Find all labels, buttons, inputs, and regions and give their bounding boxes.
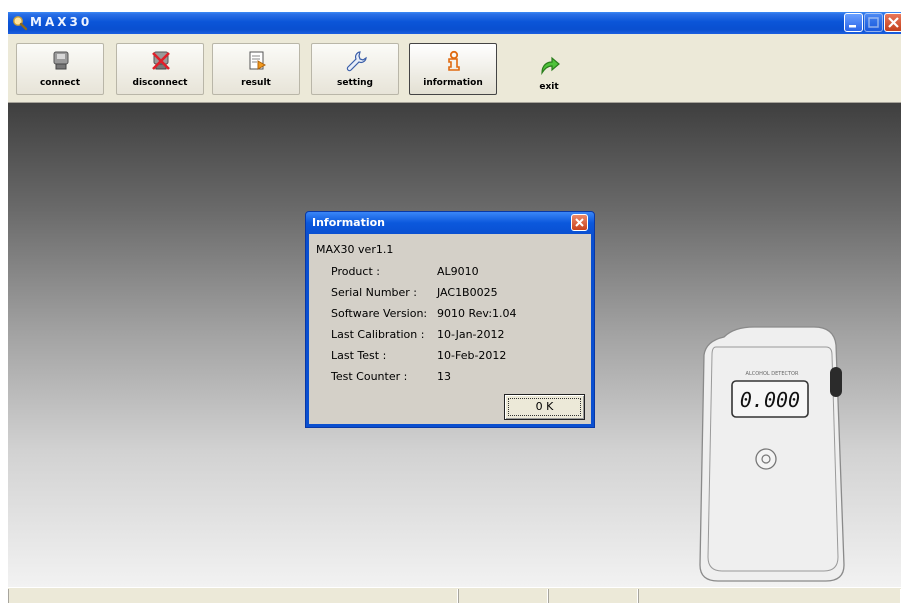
status-bar: [8, 587, 901, 603]
disconnect-label: disconnect: [132, 78, 188, 88]
magnifier-icon: [13, 16, 28, 31]
result-label: result: [241, 78, 271, 88]
exit-arrow-icon: [541, 56, 560, 76]
info-value: AL9010: [437, 265, 479, 278]
title-bar[interactable]: MAX30: [8, 12, 901, 34]
connect-label: connect: [39, 78, 81, 88]
close-icon: [888, 17, 899, 28]
status-pane: [458, 589, 548, 603]
window-title: MAX30: [30, 15, 93, 29]
info-label: Last Calibration :: [331, 328, 425, 341]
information-dialog: Information MAX30 ver1.1 Product : AL901…: [305, 211, 595, 428]
toolbar: connect disconnect result setting inform…: [8, 34, 901, 103]
exit-label: exit: [539, 82, 559, 92]
result-icon: [249, 51, 267, 70]
breathalyzer-device-image: ALCOHOL DETECTOR 0.000: [699, 326, 845, 582]
dialog-title: Information: [312, 216, 385, 229]
connect-button[interactable]: connect: [16, 43, 104, 95]
dialog-close-button[interactable]: [571, 214, 588, 231]
app-window: MAX30 connect disconnect result setting …: [8, 12, 901, 603]
info-value: 10-Jan-2012: [437, 328, 505, 341]
device-display-value: 0.000: [740, 388, 800, 412]
dialog-body: MAX30 ver1.1 Product : AL9010 Serial Num…: [309, 234, 591, 424]
dialog-title-bar[interactable]: Information: [306, 212, 594, 234]
info-label: Test Counter :: [331, 370, 408, 383]
info-label: Serial Number :: [331, 286, 418, 299]
info-label: Last Test :: [331, 349, 387, 362]
information-button[interactable]: information: [409, 43, 497, 95]
workspace: ALCOHOL DETECTOR 0.000 Information MAX30…: [8, 103, 901, 587]
info-label: Product :: [331, 265, 380, 278]
disconnect-button[interactable]: disconnect: [116, 43, 204, 95]
info-value: JAC1B0025: [437, 286, 498, 299]
setting-label: setting: [337, 78, 373, 88]
exit-button[interactable]: exit: [505, 43, 593, 95]
info-value: 10-Feb-2012: [437, 349, 507, 362]
information-label: information: [423, 78, 483, 88]
info-value: 13: [437, 370, 451, 383]
ok-button[interactable]: 0 K: [504, 394, 585, 420]
status-pane: [8, 589, 458, 603]
device-brand-text: ALCOHOL DETECTOR: [746, 371, 799, 377]
minimize-icon: [849, 25, 856, 28]
maximize-button[interactable]: [864, 13, 883, 32]
status-pane: [638, 589, 901, 603]
connect-icon: [53, 51, 69, 70]
minimize-button[interactable]: [844, 13, 863, 32]
information-icon: [448, 50, 460, 71]
setting-button[interactable]: setting: [311, 43, 399, 95]
disconnect-icon: [152, 51, 170, 70]
close-button[interactable]: [884, 13, 901, 32]
version-text: MAX30 ver1.1: [316, 243, 394, 256]
status-pane: [548, 589, 638, 603]
info-value: 9010 Rev:1.04: [437, 307, 517, 320]
result-button[interactable]: result: [212, 43, 300, 95]
close-icon: [575, 218, 584, 227]
wrench-icon: [346, 51, 367, 72]
maximize-icon: [868, 17, 879, 28]
info-label: Software Version:: [331, 307, 428, 320]
